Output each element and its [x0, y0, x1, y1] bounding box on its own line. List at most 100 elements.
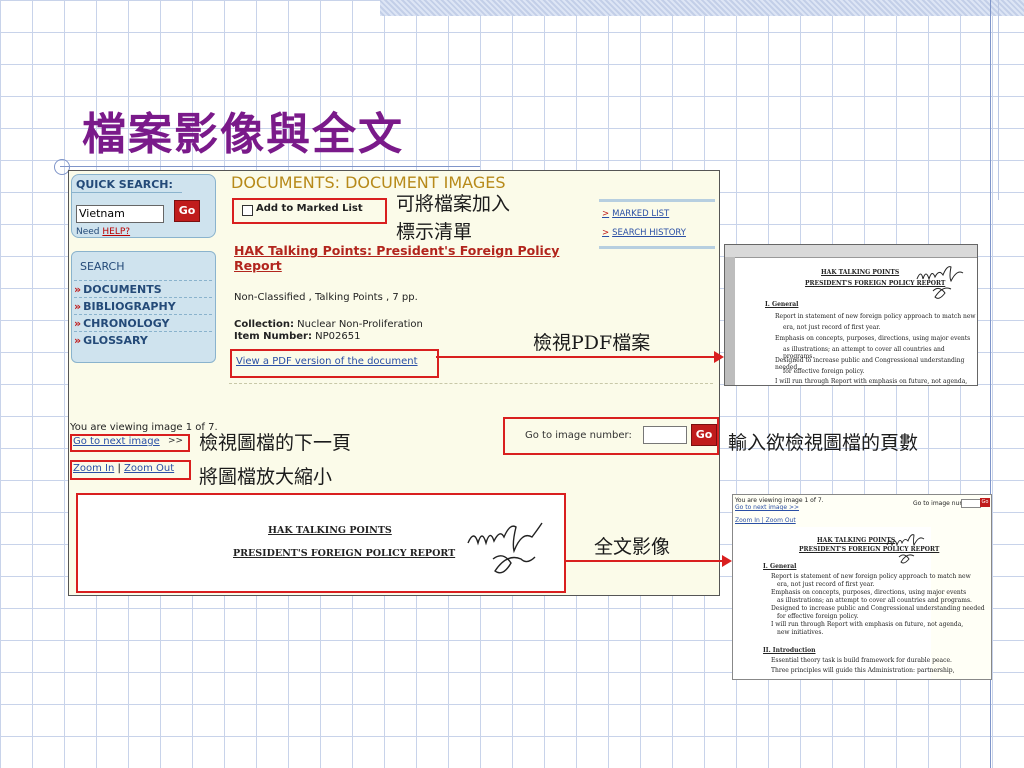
item-number-line: Item Number: NP02651 [234, 331, 360, 342]
zoom-controls-highlight: Zoom In | Zoom Out [70, 460, 191, 480]
next-image-highlight: Go to next image >> [70, 434, 190, 452]
pdf-heading-1: HAK TALKING POINTS [821, 269, 900, 276]
thumb-bullet: as illustrations; an attempt to cover al… [777, 597, 972, 604]
marked-list-label: MARKED LIST [612, 209, 670, 219]
divider [229, 383, 713, 384]
document-title-link[interactable]: HAK Talking Points: President's Foreign … [234, 243, 574, 273]
thumb-bullet: Designed to increase public and Congress… [771, 605, 985, 612]
pdf-bullet: I will run through Report with emphasis … [775, 378, 968, 385]
add-to-marked-list-highlight[interactable]: Add to Marked List [232, 198, 387, 224]
collection-line: Collection: Nuclear Non-Proliferation [234, 319, 423, 330]
thumb-bullet: era, not just record of first year. [777, 581, 875, 588]
thumb-section-2: II. Introduction [763, 647, 816, 654]
thumb-goto-input [961, 499, 981, 508]
quick-search-panel: QUICK SEARCH: Vietnam Go Need HELP? [71, 174, 216, 238]
zoom-separator: | [114, 463, 125, 474]
thumb-bullet: for effective foreign policy. [777, 613, 859, 620]
zoom-controls: Zoom In | Zoom Out [73, 463, 174, 474]
quick-search-input[interactable]: Vietnam [76, 205, 164, 223]
double-arrow-icon: » [74, 317, 82, 330]
thumb-bullet: Emphasis on concepts, purposes, directio… [771, 589, 967, 596]
pdf-bullet: era, not just record of first year. [783, 324, 881, 331]
annotation-page-number: 輸入欲檢視圖檔的頁數 [728, 432, 919, 454]
quick-search-go-button[interactable]: Go [174, 200, 200, 222]
marked-list-link[interactable]: > MARKED LIST [602, 209, 669, 219]
item-number-value: NP02651 [311, 331, 361, 342]
document-classification: Non-Classified , Talking Points , 7 pp. [234, 292, 418, 303]
collection-label: Collection: [234, 319, 294, 330]
thumb-viewing: You are viewing image 1 of 7. [735, 497, 824, 504]
pdf-signature [916, 266, 964, 299]
pdf-preview-thumbnail: HAK TALKING POINTS PRESIDENT'S FOREIGN P… [724, 244, 978, 386]
need-label: Need [76, 227, 103, 237]
pdf-bullet: Report in statement of new foreign polic… [775, 313, 976, 320]
full-image-thumbnail: You are viewing image 1 of 7. Go to next… [732, 494, 992, 680]
annotation-next-image: 檢視圖檔的下一頁 [199, 432, 352, 454]
need-help-text: Need HELP? [76, 227, 130, 237]
zoom-in-link[interactable]: Zoom In [73, 463, 114, 474]
checkbox-icon[interactable] [242, 205, 253, 216]
image-heading-2: PRESIDENT'S FOREIGN POLICY REPORT [233, 548, 456, 559]
chevron-right-icon: > [602, 228, 610, 238]
thumb-bullet: Report is statement of new foreign polic… [771, 573, 971, 580]
annotation-full-image: 全文影像 [594, 536, 671, 558]
pdf-toolbar [725, 245, 977, 258]
next-image-link[interactable]: Go to next image [73, 436, 160, 447]
goto-image-go-button[interactable]: Go [691, 424, 717, 446]
nav-item-label: CHRONOLOGY [83, 317, 170, 330]
nav-item-label: DOCUMENTS [83, 283, 162, 296]
nav-item-documents[interactable]: » DOCUMENTS [74, 280, 212, 298]
decorative-horizontal-line [60, 166, 480, 167]
document-image-highlight: HAK TALKING POINTS PRESIDENT'S FOREIGN P… [76, 493, 566, 593]
nav-item-chronology[interactable]: » CHRONOLOGY [74, 314, 212, 332]
search-history-label: SEARCH HISTORY [612, 228, 686, 238]
annotation-pdf: 檢視PDF檔案 [533, 332, 651, 354]
thumb-zoom: Zoom In | Zoom Out [735, 517, 796, 524]
thumb-bullet: new initiatives. [777, 629, 824, 636]
help-link[interactable]: HELP? [102, 227, 130, 237]
view-pdf-link[interactable]: View a PDF version of the document [236, 356, 418, 367]
quick-search-title: QUICK SEARCH: [76, 178, 173, 191]
pdf-bullet: for effective foreign policy. [783, 368, 865, 375]
item-number-label: Item Number: [234, 331, 312, 342]
thumb-bullet: Three principles will guide this Adminis… [771, 667, 955, 674]
search-nav-title: SEARCH [80, 260, 125, 273]
next-suffix: >> [168, 436, 184, 446]
pdf-link-highlight: View a PDF version of the document [230, 349, 439, 378]
right-links-panel: > MARKED LIST > SEARCH HISTORY [599, 199, 715, 249]
search-nav-panel: SEARCH » DOCUMENTS » BIBLIOGRAPHY » CHRONOL… [71, 251, 216, 363]
pdf-section: I. General [765, 301, 799, 308]
goto-image-label: Go to image number: [525, 430, 632, 441]
goto-image-highlight: Go to image number: Go [503, 417, 719, 455]
thumb-section-1: I. General [763, 563, 797, 570]
viewing-status: You are viewing image 1 of 7. [70, 422, 218, 433]
double-arrow-icon: » [74, 283, 82, 296]
add-to-marked-list-label: Add to Marked List [256, 203, 363, 214]
goto-image-input[interactable] [643, 426, 687, 444]
nav-item-glossary[interactable]: » GLOSSARY [74, 331, 212, 349]
chevron-right-icon: > [602, 209, 610, 219]
thumb-next: Go to next image >> [735, 504, 800, 511]
handwritten-signature [467, 522, 543, 574]
slide-title: 檔案影像與全文 [82, 109, 404, 160]
thumb-bullet: Essential theory task is build framework… [771, 657, 952, 664]
decorative-top-band [380, 0, 1024, 16]
nav-item-bibliography[interactable]: » BIBLIOGRAPHY [74, 297, 212, 315]
pdf-sidebar [725, 257, 735, 385]
nav-item-label: BIBLIOGRAPHY [83, 300, 176, 313]
thumb-go-button: Go [980, 498, 990, 507]
nav-item-label: GLOSSARY [83, 334, 148, 347]
pdf-arrow-head-icon [714, 351, 724, 363]
collection-value: Nuclear Non-Proliferation [293, 319, 423, 330]
image-arrow-head-icon [722, 555, 732, 567]
image-arrow-line [564, 560, 724, 562]
search-history-link[interactable]: > SEARCH HISTORY [602, 228, 686, 238]
double-arrow-icon: » [74, 334, 82, 347]
decorative-vertical-line-2 [998, 0, 999, 200]
pdf-arrow-line [436, 356, 714, 358]
thumb-heading-1: HAK TALKING POINTS [817, 537, 896, 544]
double-arrow-icon: » [74, 300, 82, 313]
thumb-bullet: I will run through Report with emphasis … [771, 621, 964, 628]
annotation-zoom: 將圖檔放大縮小 [199, 466, 333, 488]
zoom-out-link[interactable]: Zoom Out [124, 463, 174, 474]
